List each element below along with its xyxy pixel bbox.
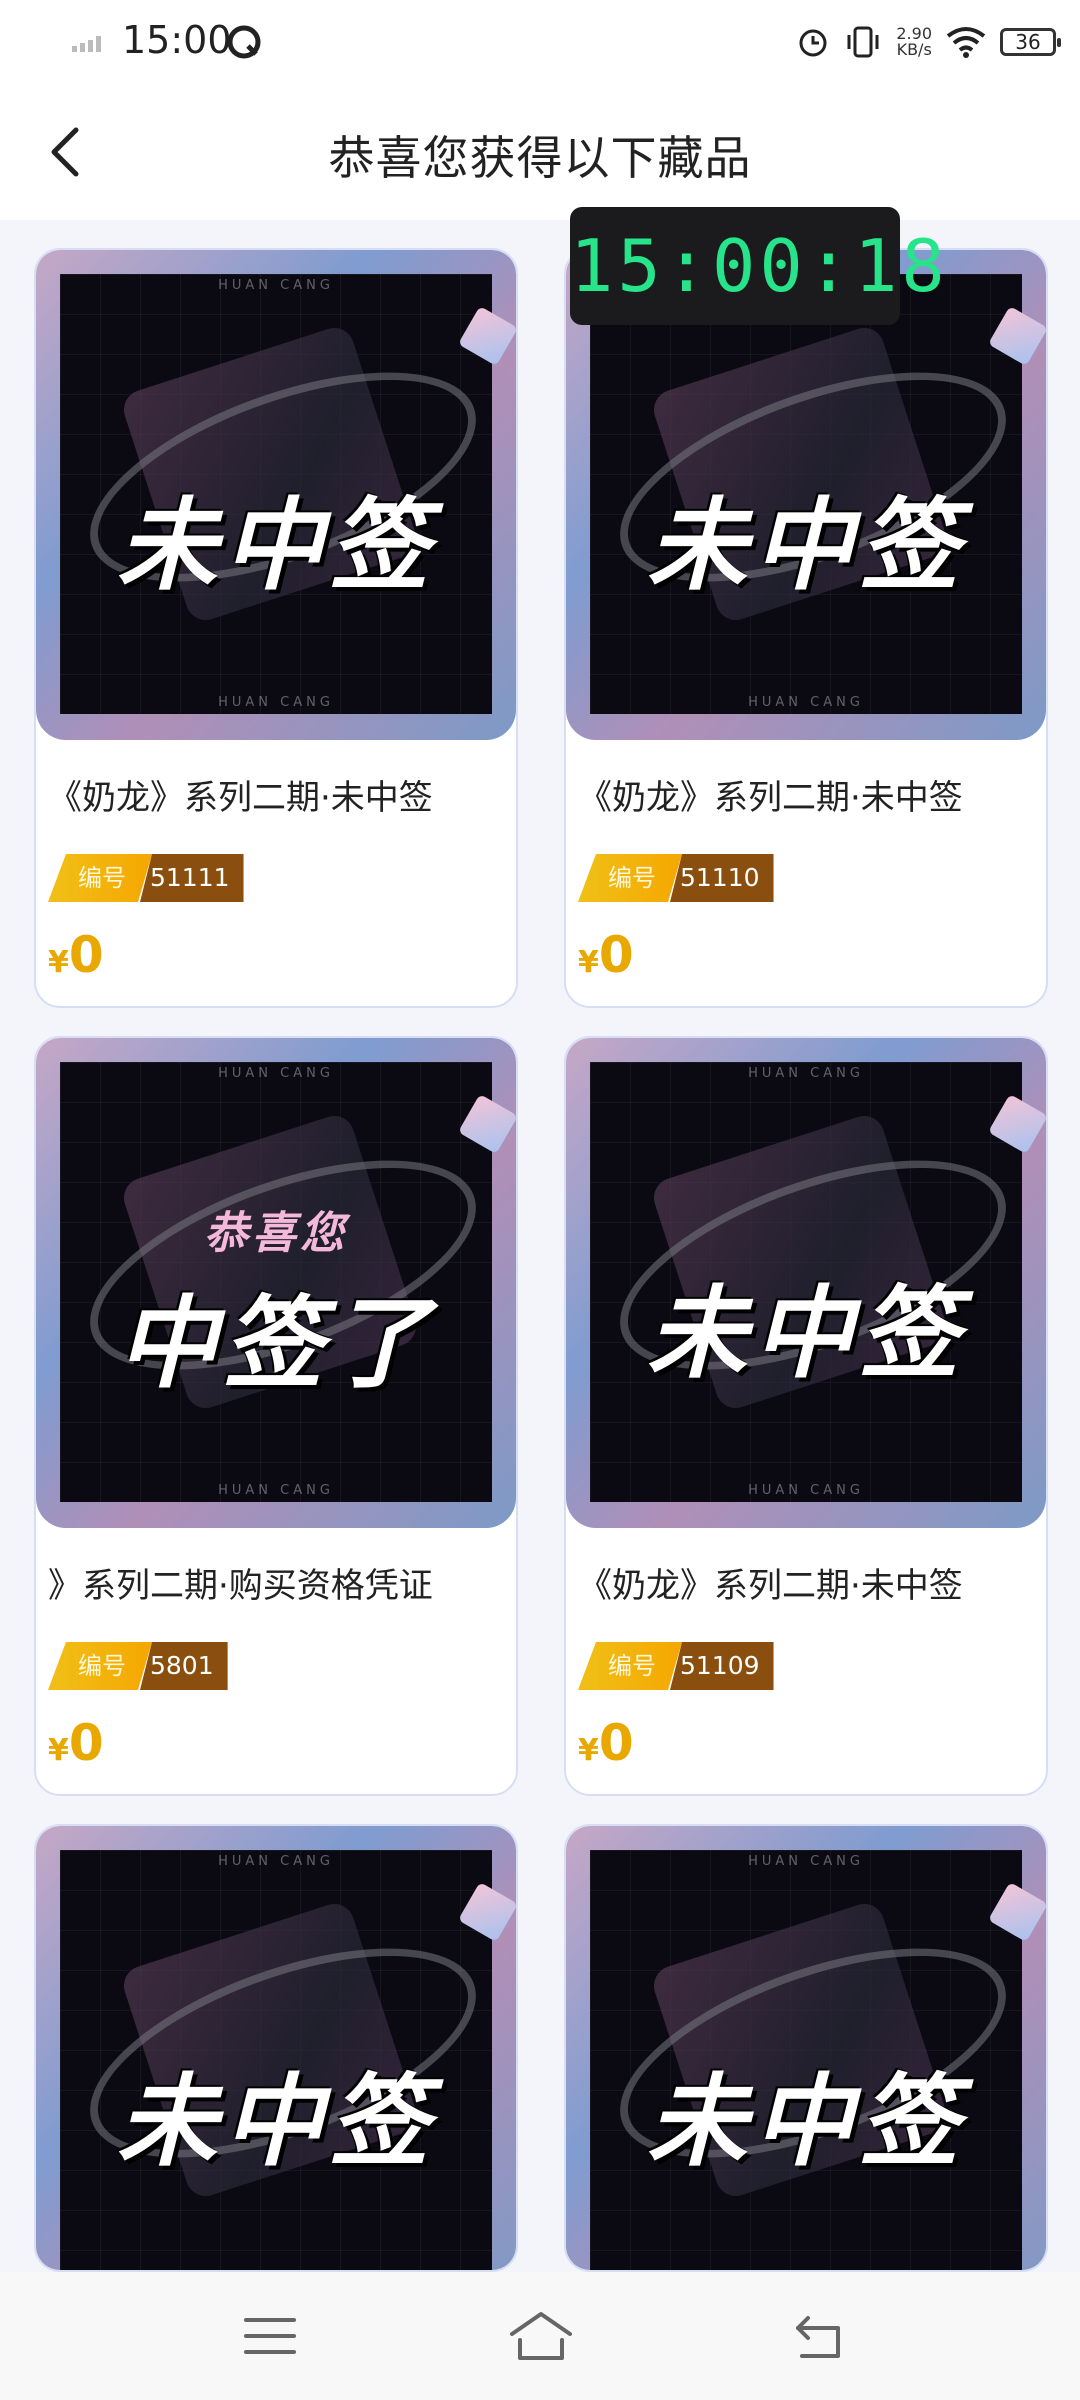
result-stamp: 未中签 (117, 487, 435, 604)
system-nav-bar (0, 2272, 1080, 2400)
vibrate-icon (847, 26, 879, 58)
serial-number: 5801 (140, 1642, 228, 1690)
result-stamp: 未中签 (647, 2063, 965, 2180)
serial-badge: 编号 51111 (48, 854, 244, 902)
result-stamp: 未中签 (117, 2063, 435, 2180)
collectible-card[interactable]: HUAN CANG 未中签 HUAN CANG 《奶龙》系列二期·未中签 编号 … (564, 248, 1048, 1008)
brand-watermark: HUAN CANG (748, 1854, 864, 1869)
price: ¥0 (48, 926, 104, 984)
price-amount: 0 (68, 926, 104, 984)
currency-symbol: ¥ (578, 1733, 599, 1768)
collectible-card[interactable]: HUAN CANG 恭喜您 中签了 HUAN CANG 》系列二期·购买资格凭证… (34, 1036, 518, 1796)
serial-label: 编号 (48, 1642, 152, 1690)
price-amount: 0 (68, 1714, 104, 1772)
serial-number: 51111 (140, 854, 244, 902)
price: ¥0 (48, 1714, 104, 1772)
serial-label: 编号 (578, 1642, 682, 1690)
status-bar: 15:00 2.90 KB/s 36 (0, 0, 1080, 86)
brand-watermark: HUAN CANG (748, 1483, 864, 1498)
serial-number: 51110 (670, 854, 774, 902)
result-stamp: 中签了 (117, 1285, 435, 1402)
brand-watermark: HUAN CANG (218, 1483, 334, 1498)
floating-clock: 15:00:18 (570, 207, 945, 325)
serial-badge: 编号 5801 (48, 1642, 228, 1690)
price: ¥0 (578, 1714, 634, 1772)
back-nav-icon[interactable] (790, 2306, 850, 2366)
serial-label: 编号 (578, 854, 682, 902)
page-title: 恭喜您获得以下藏品 (328, 131, 752, 185)
collectible-card[interactable]: HUAN CANG 未中签 (564, 1824, 1048, 2272)
price-amount: 0 (598, 1714, 634, 1772)
brand-watermark: HUAN CANG (218, 278, 334, 293)
status-time: 15:00 (122, 18, 232, 62)
signal-icon (72, 36, 101, 52)
alarm-icon (799, 29, 827, 57)
brand-watermark: HUAN CANG (218, 1066, 334, 1081)
card-title: 《奶龙》系列二期·未中签 (578, 1566, 963, 1606)
currency-symbol: ¥ (578, 945, 599, 980)
brand-watermark: HUAN CANG (748, 1066, 864, 1081)
battery-indicator: 36 (1000, 28, 1061, 56)
price-amount: 0 (598, 926, 634, 984)
card-title: 《奶龙》系列二期·未中签 (578, 778, 963, 818)
collectible-image: HUAN CANG 未中签 (566, 1826, 1046, 2270)
header: 恭喜您获得以下藏品 (0, 86, 1080, 220)
price: ¥0 (578, 926, 634, 984)
brand-watermark: HUAN CANG (748, 695, 864, 710)
menu-icon[interactable] (240, 2306, 300, 2366)
collectible-card[interactable]: HUAN CANG 未中签 HUAN CANG 《奶龙》系列二期·未中签 编号 … (564, 1036, 1048, 1796)
brand-watermark: HUAN CANG (218, 695, 334, 710)
collectible-image: HUAN CANG 恭喜您 中签了 HUAN CANG (36, 1038, 516, 1528)
result-stamp: 未中签 (647, 1275, 965, 1392)
collectible-card[interactable]: HUAN CANG 未中签 (34, 1824, 518, 2272)
collectible-card[interactable]: HUAN CANG 未中签 HUAN CANG 《奶龙》系列二期·未中签 编号 … (34, 248, 518, 1008)
home-icon[interactable] (508, 2306, 574, 2366)
card-title: 《奶龙》系列二期·未中签 (48, 778, 433, 818)
wifi-icon (946, 27, 986, 58)
collectible-image: HUAN CANG 未中签 (36, 1826, 516, 2270)
q-app-icon (227, 25, 261, 59)
result-stamp: 未中签 (647, 487, 965, 604)
collectible-image: HUAN CANG 未中签 HUAN CANG (566, 1038, 1046, 1528)
brand-watermark: HUAN CANG (218, 1854, 334, 1869)
network-speed: 2.90 KB/s (896, 24, 932, 59)
result-stamp-subtitle: 恭喜您 (204, 1208, 348, 1259)
serial-badge: 编号 51109 (578, 1642, 774, 1690)
status-icons: 2.90 KB/s 36 (796, 20, 1061, 64)
serial-label: 编号 (48, 854, 152, 902)
currency-symbol: ¥ (48, 945, 69, 980)
currency-symbol: ¥ (48, 1733, 69, 1768)
collectible-image: HUAN CANG 未中签 HUAN CANG (36, 250, 516, 740)
serial-number: 51109 (670, 1642, 774, 1690)
card-title: 》系列二期·购买资格凭证 (48, 1566, 433, 1606)
serial-badge: 编号 51110 (578, 854, 774, 902)
